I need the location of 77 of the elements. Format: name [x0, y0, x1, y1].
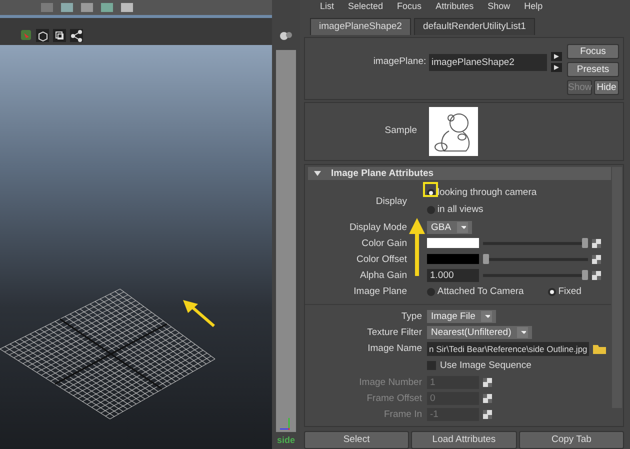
dropdown[interactable]: Image File	[427, 310, 496, 323]
checker-map-icon[interactable]	[483, 394, 492, 403]
menu-item[interactable]: Focus	[397, 1, 422, 11]
dropdown-value: Nearest(Unfiltered)	[431, 326, 512, 339]
field-label: Display Mode	[348, 220, 407, 234]
radio-button[interactable]	[427, 288, 435, 296]
number-field[interactable]: 1.000	[427, 268, 479, 282]
checkbox[interactable]	[427, 361, 436, 370]
toolbar-icon[interactable]	[80, 3, 94, 12]
highlight-box	[423, 182, 438, 197]
folder-icon[interactable]	[593, 344, 606, 354]
toolbar-icon[interactable]	[60, 3, 74, 12]
checker-map-icon[interactable]	[483, 410, 492, 419]
section-title: Image Plane Attributes	[331, 167, 434, 180]
footer-button[interactable]: Select	[304, 431, 410, 449]
tab[interactable]: imagePlaneShape2	[310, 18, 411, 35]
checker-map-icon[interactable]	[483, 378, 492, 387]
file-path-field[interactable]: n Sir\Tedi Bear\Reference\side Outline.jpg	[427, 342, 590, 356]
field-label: imagePlane:	[373, 55, 426, 70]
menu-item[interactable]: Selected	[348, 1, 384, 11]
slider-thumb[interactable]	[483, 254, 489, 264]
cube-icon[interactable]	[36, 29, 49, 42]
checker-map-icon[interactable]	[592, 254, 601, 264]
field-label: Sample	[384, 124, 417, 138]
name-field[interactable]: imagePlaneShape2	[428, 54, 546, 71]
field-label: Type	[400, 310, 422, 323]
vertical-scrollbar[interactable]	[612, 167, 622, 408]
toolbar-icon[interactable]	[100, 3, 114, 12]
radio-button[interactable]	[427, 206, 435, 214]
checkbox-label: Use Image Sequence	[440, 358, 532, 373]
field-label: Color Offset	[355, 252, 407, 266]
arrow-annotation	[180, 297, 218, 329]
toolbar-icon[interactable]	[120, 3, 134, 12]
option-label: Fixed	[558, 284, 582, 298]
color-swatch[interactable]	[427, 238, 479, 248]
field-label: Display	[374, 195, 407, 208]
field-label: Frame In	[382, 408, 422, 421]
footer-button[interactable]: Copy Tab	[518, 431, 624, 449]
panel-button[interactable]: Presets	[567, 62, 619, 77]
slider-thumb[interactable]	[582, 270, 588, 280]
slider-thumb[interactable]	[582, 238, 588, 248]
input-connection-icon[interactable]	[551, 52, 562, 61]
dropdown[interactable]: GBA	[427, 220, 472, 234]
dropdown-value: GBA	[431, 220, 452, 234]
field-label: Image Plane	[352, 285, 407, 298]
field-label: Color Gain	[360, 236, 407, 250]
menu-item[interactable]: Attributes	[436, 1, 474, 11]
wireframe-icon[interactable]	[53, 29, 66, 42]
field-label: Frame Offset	[366, 392, 422, 405]
menu-item[interactable]: Help	[524, 1, 543, 11]
panel-button[interactable]: Focus	[567, 44, 619, 59]
output-connection-icon[interactable]	[551, 63, 562, 72]
field-label: Image Number	[358, 376, 422, 389]
caret-icon[interactable]	[481, 310, 492, 322]
dropdown-value: Image File	[431, 310, 476, 323]
checker-map-icon[interactable]	[592, 238, 601, 248]
field-label: Texture Filter	[366, 326, 422, 339]
color-swatch[interactable]	[427, 254, 479, 264]
camera-label: side	[276, 434, 295, 446]
radio-button[interactable]	[548, 288, 556, 296]
menu-item[interactable]: List	[320, 1, 334, 11]
collapse-icon[interactable]	[314, 171, 321, 176]
menu-item[interactable]: Show	[488, 1, 510, 11]
option-label: in all views	[437, 203, 484, 218]
arrow-annotation	[409, 216, 425, 278]
checker-map-icon[interactable]	[592, 270, 601, 280]
option-label: Attached To Camera	[437, 284, 524, 298]
field-label: Alpha Gain	[358, 268, 407, 282]
footer-button[interactable]: Load Attributes	[411, 431, 517, 449]
panel-button[interactable]: Hide	[594, 80, 619, 95]
share-icon[interactable]	[70, 29, 83, 42]
caret-icon[interactable]	[457, 222, 468, 232]
caret-icon[interactable]	[517, 326, 528, 338]
tab[interactable]: defaultRenderUtilityList1	[414, 18, 535, 35]
field-label: Image Name	[366, 342, 422, 356]
option-label: looking through camera	[437, 186, 537, 200]
dropdown[interactable]: Nearest(Unfiltered)	[427, 326, 532, 339]
